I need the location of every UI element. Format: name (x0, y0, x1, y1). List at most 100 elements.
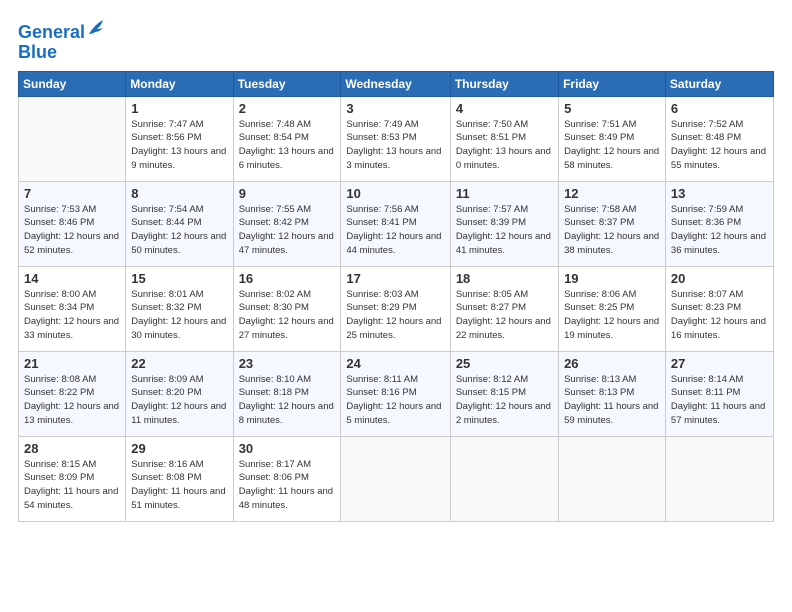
calendar-cell: 16Sunrise: 8:02 AMSunset: 8:30 PMDayligh… (233, 266, 341, 351)
calendar-cell: 22 Sunrise: 8:09 AMSunset: 8:20 PMDayligh… (126, 351, 233, 436)
day-info: Sunrise: 7:55 AMSunset: 8:42 PMDaylight:… (239, 203, 336, 258)
calendar-cell: 6 Sunrise: 7:52 AMSunset: 8:48 PMDaylight… (665, 96, 773, 181)
calendar-cell: 28 Sunrise: 8:15 AMSunset: 8:09 PMDayligh… (19, 436, 126, 521)
day-info: Sunrise: 7:53 AMSunset: 8:46 PMDaylight:… (24, 203, 120, 258)
weekday-header-saturday: Saturday (665, 71, 773, 96)
calendar-cell: 9 Sunrise: 7:55 AMSunset: 8:42 PMDaylight… (233, 181, 341, 266)
calendar-cell: 20 Sunrise: 8:07 AMSunset: 8:23 PMDayligh… (665, 266, 773, 351)
day-info: Sunrise: 8:06 AMSunset: 8:25 PMDaylight:… (564, 288, 660, 343)
calendar-cell: 30Sunrise: 8:17 AMSunset: 8:06 PMDayligh… (233, 436, 341, 521)
day-number: 21 (24, 356, 120, 371)
calendar-cell (559, 436, 666, 521)
day-number: 25 (456, 356, 553, 371)
calendar-cell: 17 Sunrise: 8:03 AMSunset: 8:29 PMDayligh… (341, 266, 450, 351)
logo-general: General (18, 22, 85, 42)
calendar-cell: 5 Sunrise: 7:51 AMSunset: 8:49 PMDaylight… (559, 96, 666, 181)
calendar-cell: 13 Sunrise: 7:59 AMSunset: 8:36 PMDayligh… (665, 181, 773, 266)
day-number: 13 (671, 186, 768, 201)
day-number: 15 (131, 271, 227, 286)
logo-bird-icon (87, 16, 105, 38)
day-info: Sunrise: 8:12 AMSunset: 8:15 PMDaylight:… (456, 373, 553, 428)
logo-text: General Blue (18, 18, 105, 63)
day-info: Sunrise: 7:59 AMSunset: 8:36 PMDaylight:… (671, 203, 768, 258)
day-number: 14 (24, 271, 120, 286)
day-number: 8 (131, 186, 227, 201)
calendar-week-row: 7 Sunrise: 7:53 AMSunset: 8:46 PMDaylight… (19, 181, 774, 266)
calendar-cell: 11 Sunrise: 7:57 AMSunset: 8:39 PMDayligh… (450, 181, 558, 266)
day-info: Sunrise: 8:14 AMSunset: 8:11 PMDaylight:… (671, 373, 768, 428)
calendar-cell: 8Sunrise: 7:54 AMSunset: 8:44 PMDaylight… (126, 181, 233, 266)
calendar-cell: 10Sunrise: 7:56 AMSunset: 8:41 PMDayligh… (341, 181, 450, 266)
page: General Blue SundayMondayTuesdayWednesda… (0, 0, 792, 612)
calendar-cell: 2 Sunrise: 7:48 AMSunset: 8:54 PMDaylight… (233, 96, 341, 181)
calendar-cell: 1Sunrise: 7:47 AMSunset: 8:56 PMDaylight… (126, 96, 233, 181)
day-info: Sunrise: 8:03 AMSunset: 8:29 PMDaylight:… (346, 288, 444, 343)
calendar-week-row: 28 Sunrise: 8:15 AMSunset: 8:09 PMDayligh… (19, 436, 774, 521)
day-info: Sunrise: 8:15 AMSunset: 8:09 PMDaylight:… (24, 458, 120, 513)
day-info: Sunrise: 7:58 AMSunset: 8:37 PMDaylight:… (564, 203, 660, 258)
day-number: 7 (24, 186, 120, 201)
day-info: Sunrise: 8:16 AMSunset: 8:08 PMDaylight:… (131, 458, 227, 513)
calendar-cell: 23Sunrise: 8:10 AMSunset: 8:18 PMDayligh… (233, 351, 341, 436)
calendar-cell: 25 Sunrise: 8:12 AMSunset: 8:15 PMDayligh… (450, 351, 558, 436)
weekday-header-wednesday: Wednesday (341, 71, 450, 96)
calendar-week-row: 21 Sunrise: 8:08 AMSunset: 8:22 PMDayligh… (19, 351, 774, 436)
day-info: Sunrise: 8:13 AMSunset: 8:13 PMDaylight:… (564, 373, 660, 428)
calendar-cell (450, 436, 558, 521)
weekday-header-friday: Friday (559, 71, 666, 96)
calendar-week-row: 1Sunrise: 7:47 AMSunset: 8:56 PMDaylight… (19, 96, 774, 181)
day-info: Sunrise: 8:08 AMSunset: 8:22 PMDaylight:… (24, 373, 120, 428)
calendar-cell: 15Sunrise: 8:01 AMSunset: 8:32 PMDayligh… (126, 266, 233, 351)
day-number: 9 (239, 186, 336, 201)
weekday-header-row: SundayMondayTuesdayWednesdayThursdayFrid… (19, 71, 774, 96)
day-number: 20 (671, 271, 768, 286)
day-number: 22 (131, 356, 227, 371)
day-info: Sunrise: 8:09 AMSunset: 8:20 PMDaylight:… (131, 373, 227, 428)
day-number: 4 (456, 101, 553, 116)
calendar-cell: 14 Sunrise: 8:00 AMSunset: 8:34 PMDayligh… (19, 266, 126, 351)
day-number: 19 (564, 271, 660, 286)
day-number: 27 (671, 356, 768, 371)
day-number: 12 (564, 186, 660, 201)
day-number: 5 (564, 101, 660, 116)
day-info: Sunrise: 7:48 AMSunset: 8:54 PMDaylight:… (239, 118, 336, 173)
weekday-header-monday: Monday (126, 71, 233, 96)
day-number: 6 (671, 101, 768, 116)
day-number: 26 (564, 356, 660, 371)
calendar-cell: 4 Sunrise: 7:50 AMSunset: 8:51 PMDaylight… (450, 96, 558, 181)
day-number: 29 (131, 441, 227, 456)
calendar-cell: 18 Sunrise: 8:05 AMSunset: 8:27 PMDayligh… (450, 266, 558, 351)
day-number: 30 (239, 441, 336, 456)
day-number: 11 (456, 186, 553, 201)
day-number: 18 (456, 271, 553, 286)
day-info: Sunrise: 7:57 AMSunset: 8:39 PMDaylight:… (456, 203, 553, 258)
weekday-header-tuesday: Tuesday (233, 71, 341, 96)
day-number: 23 (239, 356, 336, 371)
day-number: 16 (239, 271, 336, 286)
header: General Blue (18, 18, 774, 63)
day-info: Sunrise: 7:50 AMSunset: 8:51 PMDaylight:… (456, 118, 553, 173)
day-info: Sunrise: 8:00 AMSunset: 8:34 PMDaylight:… (24, 288, 120, 343)
weekday-header-sunday: Sunday (19, 71, 126, 96)
calendar-cell: 3 Sunrise: 7:49 AMSunset: 8:53 PMDaylight… (341, 96, 450, 181)
day-info: Sunrise: 8:05 AMSunset: 8:27 PMDaylight:… (456, 288, 553, 343)
day-info: Sunrise: 8:11 AMSunset: 8:16 PMDaylight:… (346, 373, 444, 428)
logo-blue: Blue (18, 42, 57, 62)
day-info: Sunrise: 7:51 AMSunset: 8:49 PMDaylight:… (564, 118, 660, 173)
day-number: 10 (346, 186, 444, 201)
calendar-cell: 7 Sunrise: 7:53 AMSunset: 8:46 PMDaylight… (19, 181, 126, 266)
day-number: 3 (346, 101, 444, 116)
day-number: 2 (239, 101, 336, 116)
calendar-cell: 27 Sunrise: 8:14 AMSunset: 8:11 PMDayligh… (665, 351, 773, 436)
day-info: Sunrise: 7:47 AMSunset: 8:56 PMDaylight:… (131, 118, 227, 173)
calendar-week-row: 14 Sunrise: 8:00 AMSunset: 8:34 PMDayligh… (19, 266, 774, 351)
calendar-cell (341, 436, 450, 521)
calendar-cell (665, 436, 773, 521)
calendar-cell: 24Sunrise: 8:11 AMSunset: 8:16 PMDayligh… (341, 351, 450, 436)
day-number: 28 (24, 441, 120, 456)
day-number: 17 (346, 271, 444, 286)
day-info: Sunrise: 8:07 AMSunset: 8:23 PMDaylight:… (671, 288, 768, 343)
day-info: Sunrise: 7:49 AMSunset: 8:53 PMDaylight:… (346, 118, 444, 173)
calendar-cell: 26 Sunrise: 8:13 AMSunset: 8:13 PMDayligh… (559, 351, 666, 436)
day-info: Sunrise: 7:52 AMSunset: 8:48 PMDaylight:… (671, 118, 768, 173)
